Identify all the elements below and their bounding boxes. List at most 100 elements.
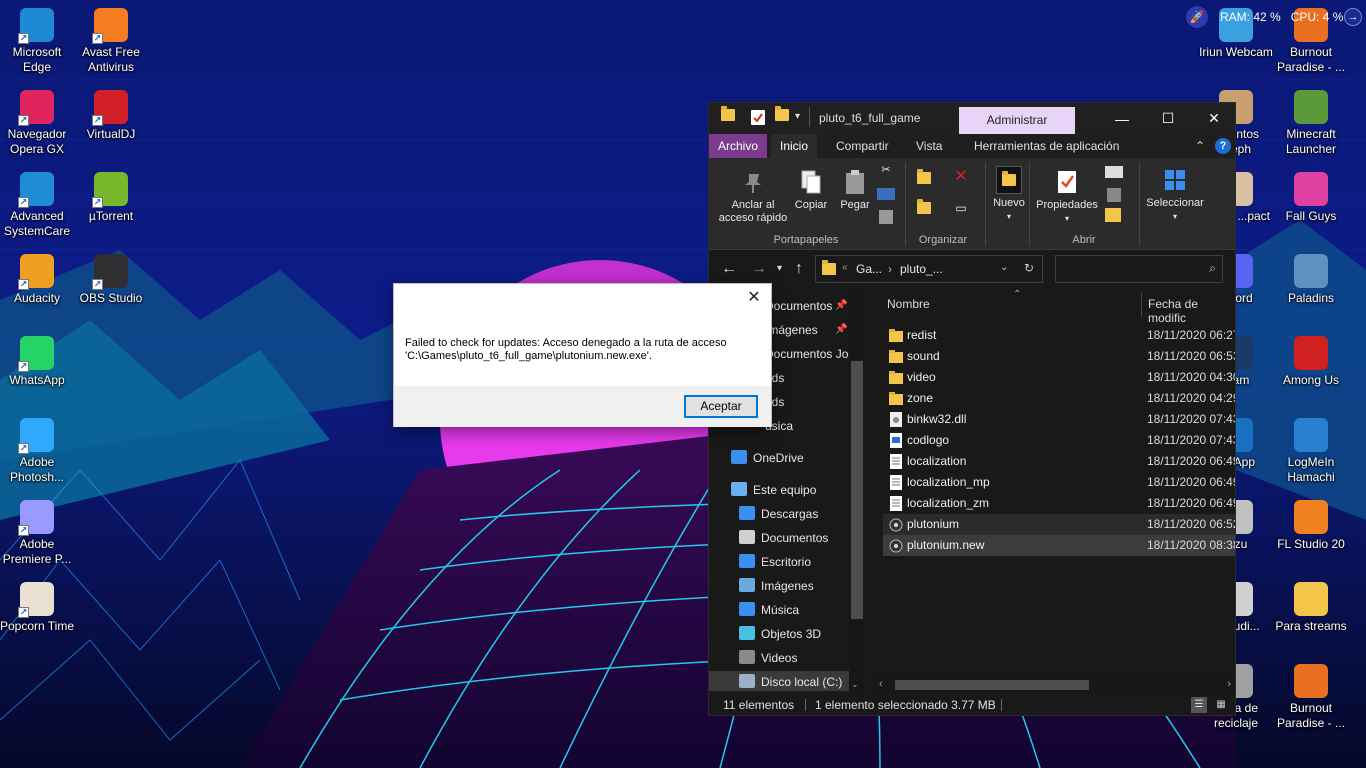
system-monitor-widget[interactable]: 🚀 RAM: 42 % CPU: 4 % → [1186, 4, 1366, 30]
back-arrow-icon[interactable]: ← [721, 260, 737, 278]
copy-path-icon[interactable] [877, 188, 895, 200]
desktop-shortcut[interactable]: ↗ Popcorn Time [0, 578, 74, 654]
desktop-shortcut[interactable]: ↗ Adobe Photosh... [0, 414, 74, 490]
dialog-close-icon[interactable]: ✕ [745, 289, 763, 307]
file-row[interactable]: plutonium.new 18/11/2020 08:38 [883, 535, 1235, 556]
tab-vista[interactable]: Vista [907, 134, 951, 158]
move-to-icon[interactable] [913, 169, 935, 188]
desktop-shortcut[interactable]: ↗ WhatsApp [0, 332, 74, 408]
scroll-right-icon[interactable]: › [1227, 678, 1231, 690]
refresh-icon[interactable]: ↻ [1024, 261, 1034, 275]
file-row[interactable]: redist 18/11/2020 06:27 [883, 325, 1235, 346]
desktop-shortcut[interactable]: ↗ OBS Studio [74, 250, 148, 326]
desktop-shortcut[interactable]: Para streams [1274, 578, 1348, 654]
scroll-left-icon[interactable]: ‹ [879, 678, 883, 690]
delete-icon[interactable]: ✕ [949, 169, 973, 185]
arrow-right-icon[interactable]: → [1344, 8, 1362, 26]
select-button[interactable]: Seleccionar ▾ [1143, 166, 1207, 223]
help-icon[interactable]: ? [1215, 138, 1231, 154]
desktop-shortcut[interactable]: FL Studio 20 [1274, 496, 1348, 572]
hscrollbar-thumb[interactable] [895, 680, 1089, 690]
close-icon[interactable]: ✕ [1191, 103, 1235, 134]
quick-access-dropdown-icon[interactable]: ▾ [795, 111, 800, 129]
properties-quick-icon[interactable] [751, 110, 765, 125]
nav-item[interactable]: OneDrive [709, 447, 849, 469]
search-input[interactable]: ⌕ [1055, 255, 1223, 283]
file-row[interactable]: sound 18/11/2020 06:53 [883, 346, 1235, 367]
nav-item[interactable]: Disco local (C:) [709, 671, 849, 691]
nav-item[interactable]: Videos [709, 647, 849, 669]
history-icon[interactable] [1105, 208, 1121, 222]
desktop-shortcut[interactable]: ↗ Advanced SystemCare [0, 168, 74, 244]
new-folder-quick-icon[interactable] [775, 106, 789, 127]
file-row[interactable]: binkw32.dll 18/11/2020 07:43 [883, 409, 1235, 430]
file-row[interactable]: zone 18/11/2020 04:29 [883, 388, 1235, 409]
new-button[interactable]: Nuevo ▾ [991, 166, 1027, 223]
paste-button[interactable]: Pegar [835, 168, 875, 212]
desktop-shortcut[interactable]: ↗ Navegador Opera GX [0, 86, 74, 162]
collapse-ribbon-icon[interactable]: ⌃ [1195, 139, 1205, 153]
file-list-hscrollbar[interactable]: ‹ › [873, 677, 1235, 693]
column-header-date[interactable]: Fecha de modific [1148, 297, 1235, 325]
address-bar[interactable]: « Ga... › pluto_... ⌄ ↻ [815, 255, 1043, 283]
desktop-shortcut[interactable]: ↗ Audacity [0, 250, 74, 326]
open-icon[interactable] [1105, 166, 1123, 178]
file-row[interactable]: codlogo 18/11/2020 07:43 [883, 430, 1235, 451]
desktop-shortcut[interactable]: ↗ Avast Free Antivirus [74, 4, 148, 80]
shortcut-arrow-icon: ↗ [92, 33, 103, 44]
recent-locations-icon[interactable]: ▾ [777, 263, 782, 274]
edit-icon[interactable] [1107, 188, 1121, 202]
tab-inicio[interactable]: Inicio [771, 134, 818, 158]
ram-usage: RAM: 42 % [1220, 10, 1281, 24]
tab-herramientas[interactable]: Herramientas de aplicación [965, 134, 1128, 158]
paste-shortcut-icon[interactable] [879, 210, 893, 224]
desktop-shortcut[interactable]: Fall Guys [1274, 168, 1348, 244]
nav-item[interactable]: Imágenes [709, 575, 849, 597]
file-row[interactable]: localization_mp 18/11/2020 06:49 [883, 472, 1236, 493]
nav-item[interactable]: Descargas [709, 503, 849, 525]
pin-quick-access-button[interactable]: Anclar al acceso rápido [715, 168, 791, 225]
properties-button[interactable]: Propiedades ▾ [1035, 168, 1099, 225]
desktop-shortcut[interactable]: Burnout Paradise - ... [1274, 660, 1348, 736]
details-view-icon[interactable]: ☰ [1191, 697, 1207, 713]
minimize-icon[interactable]: — [1099, 103, 1145, 134]
column-header-name[interactable]: Nombre [887, 297, 930, 311]
tab-compartir[interactable]: Compartir [827, 134, 898, 158]
nav-scrollbar-thumb[interactable] [851, 361, 863, 619]
desktop-shortcut[interactable]: ↗ Adobe Premiere P... [0, 496, 74, 572]
nav-item[interactable]: Objetos 3D [709, 623, 849, 645]
rename-icon[interactable]: ▭ [949, 202, 973, 215]
file-row[interactable]: plutonium 18/11/2020 06:52 [883, 514, 1235, 535]
breadcrumb-pluto[interactable]: pluto_... [900, 262, 943, 276]
nav-item[interactable]: Documentos [709, 527, 849, 549]
desktop-shortcut[interactable]: Minecraft Launcher [1274, 86, 1348, 162]
file-date: 18/11/2020 06:49 [1147, 475, 1236, 489]
breadcrumb-games[interactable]: Ga... [856, 262, 882, 276]
title-bar[interactable]: ▾ pluto_t6_full_game Administrar — ☐ ✕ [709, 103, 1235, 134]
column-divider[interactable] [1141, 293, 1142, 317]
large-icons-view-icon[interactable]: ▦ [1213, 697, 1229, 713]
accept-button[interactable]: Aceptar [684, 395, 758, 418]
tab-archivo[interactable]: Archivo [709, 134, 768, 158]
desktop-shortcut[interactable]: Among Us [1274, 332, 1348, 408]
desktop-shortcut[interactable]: Paladins [1274, 250, 1348, 326]
desktop-shortcut[interactable]: ↗ µTorrent [74, 168, 148, 244]
nav-item[interactable]: Este equipo [709, 479, 849, 501]
scroll-down-icon[interactable]: ⌄ [851, 679, 859, 690]
file-row[interactable]: video 18/11/2020 04:30 [883, 367, 1235, 388]
desktop-shortcut[interactable]: ↗ VirtualDJ [74, 86, 148, 162]
up-arrow-icon[interactable]: ↑ [795, 260, 803, 278]
file-row[interactable]: localization_zm 18/11/2020 06:49 [883, 493, 1235, 514]
maximize-icon[interactable]: ☐ [1145, 103, 1191, 134]
tab-administrar[interactable]: Administrar [959, 107, 1075, 134]
file-row[interactable]: localization 18/11/2020 06:49 [883, 451, 1235, 472]
desktop-shortcut[interactable]: LogMeIn Hamachi [1274, 414, 1348, 490]
forward-arrow-icon[interactable]: → [751, 260, 767, 278]
nav-item[interactable]: Música [709, 599, 849, 621]
cut-icon[interactable]: ✂ [877, 164, 895, 177]
chevron-down-icon[interactable]: ⌄ [1000, 262, 1008, 273]
desktop-shortcut[interactable]: ↗ Microsoft Edge [0, 4, 74, 80]
copy-button[interactable]: Copiar [791, 168, 831, 212]
nav-item[interactable]: Escritorio [709, 551, 849, 573]
copy-to-icon[interactable] [913, 199, 935, 218]
